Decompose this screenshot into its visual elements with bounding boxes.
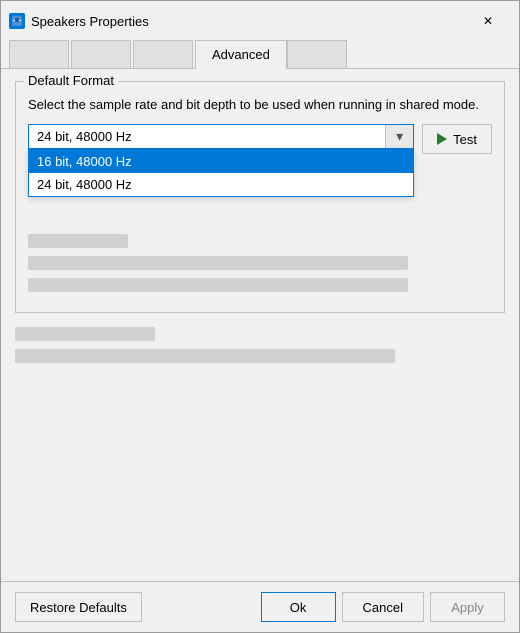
window-icon [9, 13, 25, 29]
placeholder-bar-4 [15, 327, 155, 341]
tab-advanced[interactable]: Advanced [195, 40, 287, 69]
placeholder-section-1 [28, 234, 492, 292]
select-row: 24 bit, 48000 Hz ▾ 16 bit, 48000 Hz 24 b… [28, 124, 492, 154]
title-bar-controls: ✕ [465, 7, 511, 35]
footer: Restore Defaults Ok Cancel Apply [1, 581, 519, 632]
play-icon [437, 133, 447, 145]
placeholder-bar-1 [28, 234, 128, 248]
default-format-group: Default Format Select the sample rate an… [15, 81, 505, 313]
dropdown-option-2[interactable]: 24 bit, 48000 Hz [29, 173, 413, 196]
cancel-button[interactable]: Cancel [342, 592, 424, 622]
dropdown-option-1[interactable]: 16 bit, 48000 Hz [29, 150, 413, 173]
group-legend: Default Format [24, 73, 118, 88]
tab-5[interactable] [287, 40, 347, 69]
content-area: Default Format Select the sample rate an… [1, 69, 519, 581]
window-title: Speakers Properties [31, 14, 465, 29]
select-container: 24 bit, 48000 Hz ▾ 16 bit, 48000 Hz 24 b… [28, 124, 414, 149]
dropdown-list: 16 bit, 48000 Hz 24 bit, 48000 Hz [28, 149, 414, 197]
test-label: Test [453, 132, 477, 147]
tabs-bar: Advanced [1, 39, 519, 69]
close-button[interactable]: ✕ [465, 7, 511, 35]
speakers-properties-window: Speakers Properties ✕ Advanced Default F… [0, 0, 520, 633]
bottom-section [15, 327, 505, 363]
placeholder-bar-5 [15, 349, 395, 363]
restore-defaults-button[interactable]: Restore Defaults [15, 592, 142, 622]
select-value: 24 bit, 48000 Hz [37, 129, 413, 144]
select-display[interactable]: 24 bit, 48000 Hz ▾ [28, 124, 414, 149]
tab-1[interactable] [9, 40, 69, 69]
ok-button[interactable]: Ok [261, 592, 336, 622]
tab-2[interactable] [71, 40, 131, 69]
placeholder-bar-2 [28, 256, 408, 270]
test-button[interactable]: Test [422, 124, 492, 154]
title-bar: Speakers Properties ✕ [1, 1, 519, 39]
tab-3[interactable] [133, 40, 193, 69]
placeholder-bar-3 [28, 278, 408, 292]
footer-buttons: Ok Cancel Apply [261, 592, 505, 622]
apply-button[interactable]: Apply [430, 592, 505, 622]
description-text: Select the sample rate and bit depth to … [28, 96, 492, 114]
